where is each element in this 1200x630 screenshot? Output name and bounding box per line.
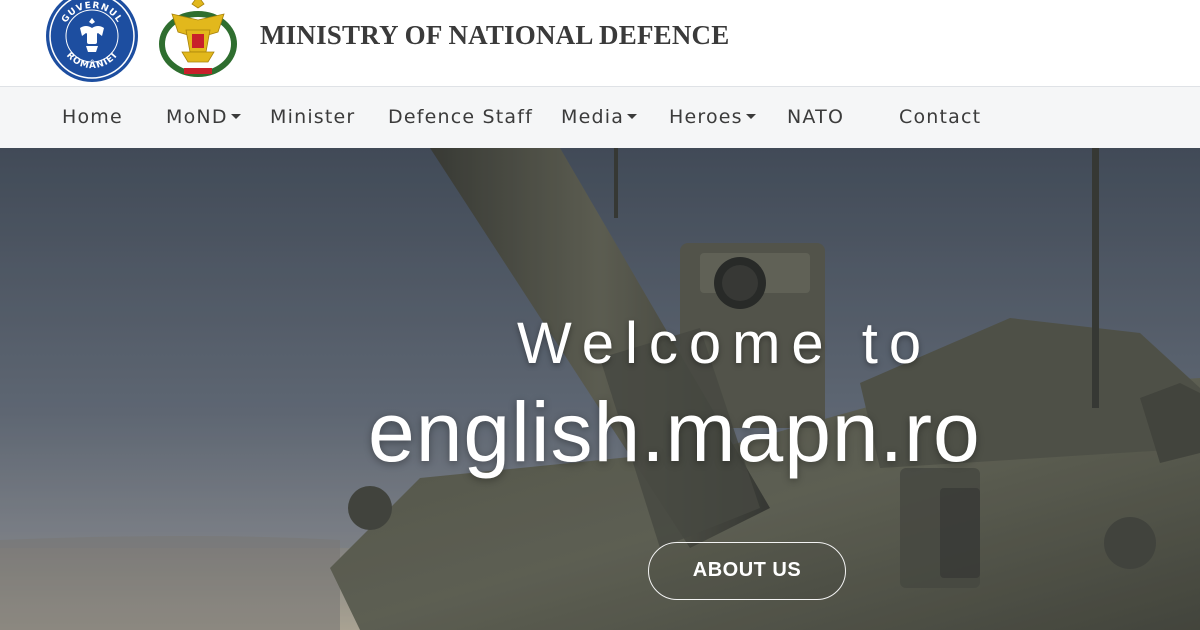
hero-site-name: english.mapn.ro bbox=[368, 385, 981, 479]
nav-item-label: Home bbox=[62, 106, 123, 128]
nav-item-minister[interactable]: Minister bbox=[270, 87, 355, 148]
about-us-button[interactable]: ABOUT US bbox=[648, 542, 846, 600]
site-header: GUVERNUL ROMÂNIEI MINISTRY OF NATIONAL D… bbox=[0, 0, 1200, 87]
hero-banner: Welcome to english.mapn.ro ABOUT US bbox=[0, 148, 1200, 630]
site-title: MINISTRY OF NATIONAL DEFENCE bbox=[260, 20, 730, 50]
nav-item-label: Defence Staff bbox=[388, 106, 534, 128]
nav-item-label: Heroes bbox=[669, 106, 743, 128]
nav-item-contact[interactable]: Contact bbox=[899, 87, 981, 148]
nav-item-mond[interactable]: MoND bbox=[166, 87, 241, 148]
nav-item-label: MoND bbox=[166, 106, 228, 128]
nav-item-label: NATO bbox=[787, 106, 845, 128]
nav-item-defence-staff[interactable]: Defence Staff bbox=[388, 87, 533, 148]
chevron-down-icon bbox=[745, 113, 756, 119]
chevron-down-icon bbox=[230, 113, 241, 119]
main-nav: Home MoND Minister Defence Staff Media H… bbox=[0, 87, 1200, 148]
nav-item-nato[interactable]: NATO bbox=[787, 87, 844, 148]
chevron-down-icon bbox=[627, 113, 638, 119]
government-seal-logo[interactable]: GUVERNUL ROMÂNIEI bbox=[44, 0, 140, 84]
ministry-crest-logo[interactable] bbox=[158, 0, 238, 86]
nav-item-label: Minister bbox=[270, 106, 356, 128]
hero-welcome-text: Welcome to bbox=[517, 311, 933, 376]
nav-item-media[interactable]: Media bbox=[561, 87, 638, 148]
nav-item-home[interactable]: Home bbox=[62, 87, 123, 148]
nav-item-label: Media bbox=[561, 106, 625, 128]
nav-item-heroes[interactable]: Heroes bbox=[669, 87, 756, 148]
nav-item-label: Contact bbox=[899, 106, 982, 128]
